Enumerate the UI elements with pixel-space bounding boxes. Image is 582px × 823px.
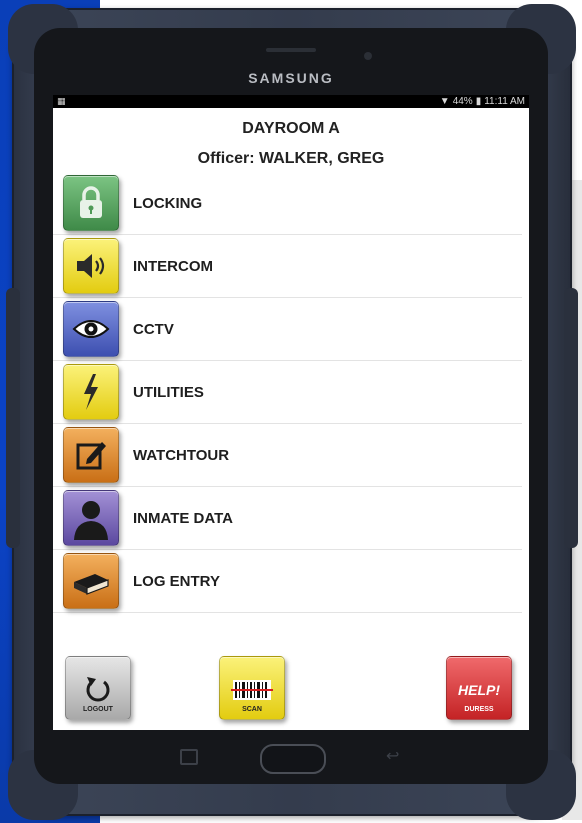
menu-item-label: UTILITIES bbox=[133, 383, 204, 401]
page-title: DAYROOM A bbox=[242, 120, 340, 137]
battery-icon: ▮ bbox=[475, 96, 482, 107]
menu-item-inmate-data[interactable]: INMATE DATA bbox=[53, 487, 522, 550]
officer-name: Officer: WALKER, GREG bbox=[197, 150, 385, 167]
menu-item-watchtour[interactable]: WATCHTOUR bbox=[53, 424, 522, 487]
battery-percent: 44% bbox=[452, 96, 473, 107]
brand-logo: SAMSUNG bbox=[248, 70, 334, 86]
menu-item-label: INTERCOM bbox=[133, 257, 213, 275]
front-camera bbox=[364, 52, 372, 60]
status-right: ▼ 44% ▮ 11:11 AM bbox=[440, 96, 525, 107]
logout-label: LOGOUT bbox=[83, 706, 113, 713]
duress-label: DURESS bbox=[464, 706, 494, 713]
menu-item-utilities[interactable]: UTILITIES bbox=[53, 361, 522, 424]
case-edge bbox=[564, 288, 578, 548]
menu-item-label: WATCHTOUR bbox=[133, 446, 230, 464]
person-icon bbox=[63, 490, 119, 546]
earpiece bbox=[266, 48, 316, 52]
lock-icon bbox=[63, 175, 119, 231]
scan-label: SCAN bbox=[242, 706, 262, 713]
menu-item-label: CCTV bbox=[133, 320, 174, 338]
device-nav-bar: ↩ bbox=[34, 730, 548, 784]
status-bar: ▦ ▼ 44% ▮ 11:11 AM bbox=[53, 95, 529, 108]
wifi-icon: ▼ bbox=[439, 96, 450, 107]
help-icon: HELP! bbox=[458, 682, 500, 698]
action-bar: LOGOUT SCAN HELP! DURESS bbox=[53, 650, 529, 730]
logout-button[interactable]: LOGOUT bbox=[65, 656, 131, 720]
case-edge bbox=[6, 288, 20, 548]
speaker-icon bbox=[63, 238, 119, 294]
menu-item-locking[interactable]: LOCKING bbox=[53, 172, 522, 235]
logout-icon bbox=[86, 677, 110, 702]
main-menu: LOCKING INTERCOM CCTV UTILITIES WATCHTOU… bbox=[53, 172, 529, 613]
menu-item-intercom[interactable]: INTERCOM bbox=[53, 235, 522, 298]
help-duress-button[interactable]: HELP! DURESS bbox=[446, 656, 512, 720]
edit-icon bbox=[63, 427, 119, 483]
eye-icon bbox=[63, 301, 119, 357]
scan-button[interactable]: SCAN bbox=[219, 656, 285, 720]
back-icon[interactable]: ↩ bbox=[386, 746, 399, 766]
menu-item-label: LOG ENTRY bbox=[133, 572, 220, 590]
lightning-icon bbox=[63, 364, 119, 420]
menu-item-label: INMATE DATA bbox=[133, 509, 233, 527]
barcode-icon bbox=[231, 680, 273, 700]
menu-item-log-entry[interactable]: LOG ENTRY bbox=[53, 550, 522, 613]
book-icon bbox=[63, 553, 119, 609]
app-screen: ▦ ▼ 44% ▮ 11:11 AM DAYROOM A Officer: WA… bbox=[53, 95, 529, 730]
notification-icon: ▦ bbox=[57, 96, 66, 106]
menu-item-cctv[interactable]: CCTV bbox=[53, 298, 522, 361]
menu-item-label: LOCKING bbox=[133, 194, 203, 212]
home-button[interactable] bbox=[260, 744, 326, 774]
clock: 11:11 AM bbox=[484, 96, 525, 107]
recent-apps-icon[interactable] bbox=[180, 749, 198, 765]
